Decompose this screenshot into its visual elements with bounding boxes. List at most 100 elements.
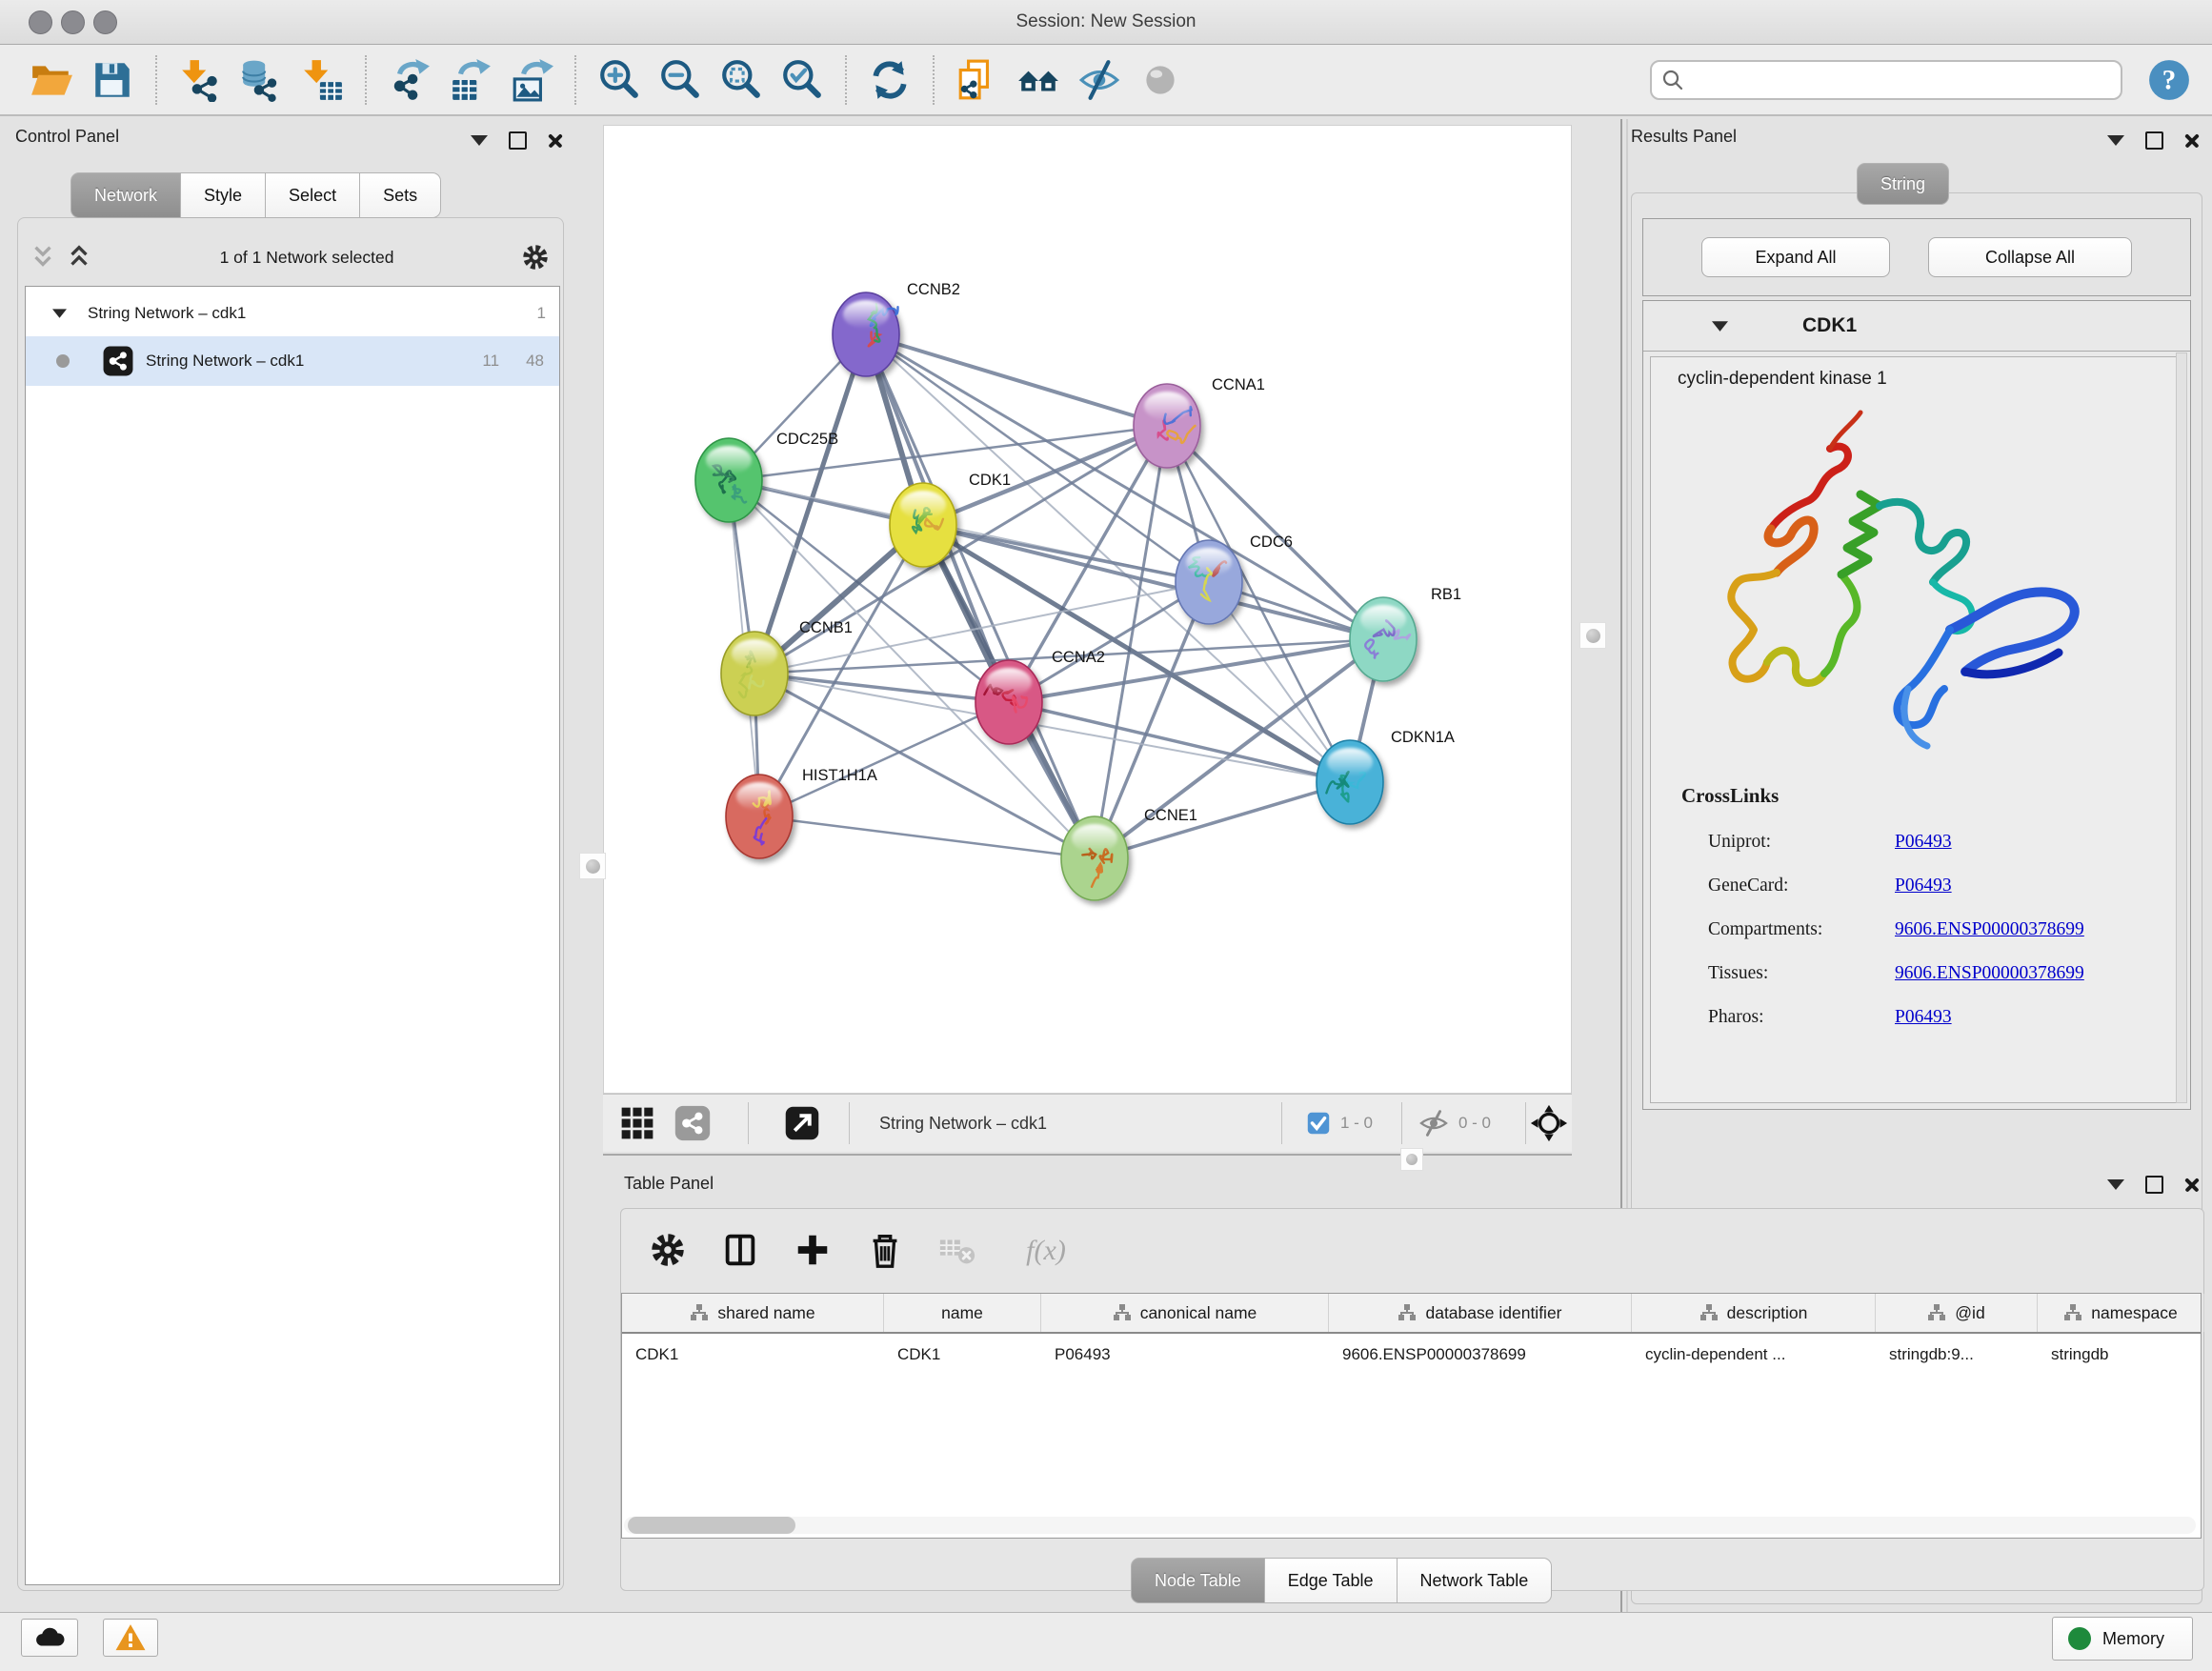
tab-style[interactable]: Style	[181, 172, 266, 218]
grid-view-icon[interactable]	[618, 1104, 656, 1142]
expand-all-icon[interactable]	[65, 243, 93, 272]
results-scrollbar[interactable]	[2176, 352, 2187, 1103]
column-header-description[interactable]: description	[1632, 1294, 1876, 1332]
close-panel-icon[interactable]	[2184, 133, 2200, 149]
birds-eye-toggle-icon[interactable]	[1529, 1103, 1569, 1143]
network-node-CDKN1A[interactable]: CDKN1A	[1317, 729, 1455, 824]
selected-checkbox-icon[interactable]	[1306, 1111, 1331, 1136]
tab-edge-table[interactable]: Edge Table	[1265, 1558, 1398, 1603]
apply-layout-button[interactable]	[867, 57, 913, 103]
collapse-all-icon[interactable]	[29, 243, 57, 272]
open-file-button[interactable]	[29, 57, 74, 103]
table-cell[interactable]: P06493	[1041, 1334, 1329, 1376]
zoom-selected-button[interactable]	[779, 57, 825, 103]
network-node-CCNA1[interactable]: CCNA1	[1134, 376, 1265, 468]
crosslink-value-link[interactable]: 9606.ENSP00000378699	[1895, 963, 2084, 984]
export-network-button[interactable]	[387, 57, 432, 103]
tab-string[interactable]: String	[1857, 163, 1949, 205]
collapse-panel-icon[interactable]	[2107, 135, 2124, 146]
network-canvas[interactable]: CCNB2CCNA1CDC25BCDK1CDC6RB1CCNB1CCNA2CDK…	[603, 125, 1572, 1094]
close-panel-icon[interactable]	[2184, 1178, 2200, 1193]
hidden-eye-slash-icon[interactable]	[1418, 1108, 1449, 1138]
expand-all-button[interactable]: Expand All	[1701, 237, 1890, 277]
network-edge[interactable]	[866, 334, 1095, 858]
column-header-namespace[interactable]: namespace	[2038, 1294, 2204, 1332]
table-row[interactable]: CDK1CDK1P064939606.ENSP00000378699cyclin…	[622, 1334, 2201, 1376]
right-splitter-handle[interactable]	[1579, 622, 1606, 649]
network-edge[interactable]	[754, 674, 1009, 702]
network-tree-row-selected[interactable]: String Network – cdk1 11 48	[26, 336, 559, 386]
string-style-icon[interactable]	[674, 1104, 712, 1142]
bottom-splitter-handle[interactable]	[1400, 1148, 1423, 1171]
network-tree-root-row[interactable]: String Network – cdk1 1	[26, 291, 559, 336]
import-network-from-database-button[interactable]	[238, 57, 284, 103]
show-columns-button[interactable]	[718, 1229, 762, 1273]
column-header-shared-name[interactable]: shared name	[622, 1294, 884, 1332]
delete-table-button[interactable]	[935, 1229, 979, 1273]
crosslink-value-link[interactable]: P06493	[1895, 1007, 1952, 1028]
hide-selected-button[interactable]	[1076, 57, 1122, 103]
close-panel-icon[interactable]	[548, 133, 563, 149]
tab-select[interactable]: Select	[266, 172, 360, 218]
save-session-button[interactable]	[90, 57, 135, 103]
tab-node-table[interactable]: Node Table	[1131, 1558, 1265, 1603]
help-button[interactable]	[2147, 58, 2191, 102]
import-network-from-file-button[interactable]	[177, 57, 223, 103]
export-image-button[interactable]	[509, 57, 554, 103]
create-column-button[interactable]	[791, 1229, 835, 1273]
network-edge[interactable]	[1009, 702, 1350, 782]
crosslink-value-link[interactable]: 9606.ENSP00000378699	[1895, 919, 2084, 940]
section-expander-icon[interactable]	[1712, 321, 1728, 332]
column-header-@id[interactable]: @id	[1876, 1294, 2038, 1332]
collapse-panel-icon[interactable]	[2107, 1179, 2124, 1190]
zoom-fit-button[interactable]	[718, 57, 764, 103]
network-edge[interactable]	[759, 702, 1009, 816]
table-cell[interactable]: CDK1	[884, 1334, 1041, 1376]
crosslink-value-link[interactable]: P06493	[1895, 832, 1952, 853]
warnings-button[interactable]	[103, 1619, 158, 1657]
float-panel-icon[interactable]	[2145, 1176, 2163, 1194]
horizontal-splitter[interactable]	[603, 1154, 1572, 1156]
network-node-CCNB1[interactable]: CCNB1	[721, 619, 853, 715]
network-node-CCNA2[interactable]: CCNA2	[975, 649, 1105, 744]
function-builder-button[interactable]: f(x)	[1008, 1229, 1084, 1273]
memory-button[interactable]: Memory	[2052, 1617, 2193, 1661]
cdk1-section-header[interactable]: CDK1	[1643, 301, 2190, 352]
delete-columns-button[interactable]	[863, 1229, 907, 1273]
cloud-status-button[interactable]	[21, 1619, 78, 1657]
tree-expander-icon[interactable]	[52, 309, 67, 318]
collapse-all-button[interactable]: Collapse All	[1928, 237, 2132, 277]
float-panel-icon[interactable]	[2145, 131, 2163, 150]
float-panel-icon[interactable]	[509, 131, 527, 150]
left-splitter-handle[interactable]	[579, 853, 606, 879]
export-table-button[interactable]	[448, 57, 493, 103]
network-edge[interactable]	[759, 816, 1095, 858]
collapse-panel-icon[interactable]	[471, 135, 488, 146]
show-all-button[interactable]	[1137, 57, 1183, 103]
open-in-browser-icon[interactable]	[784, 1105, 820, 1141]
network-node-HIST1H1A[interactable]: HIST1H1A	[726, 767, 877, 858]
network-node-CCNE1[interactable]: CCNE1	[1061, 807, 1197, 900]
horizontal-scrollbar-thumb[interactable]	[628, 1517, 795, 1534]
table-cell[interactable]: cyclin-dependent ...	[1632, 1334, 1876, 1376]
import-table-from-file-button[interactable]	[299, 57, 345, 103]
tab-sets[interactable]: Sets	[360, 172, 441, 218]
column-header-canonical-name[interactable]: canonical name	[1041, 1294, 1329, 1332]
network-edge[interactable]	[866, 334, 1383, 639]
table-cell[interactable]: 9606.ENSP00000378699	[1329, 1334, 1632, 1376]
tab-network-table[interactable]: Network Table	[1398, 1558, 1553, 1603]
horizontal-scrollbar-track[interactable]	[624, 1517, 2196, 1534]
table-cell[interactable]: stringdb	[2038, 1334, 2204, 1376]
column-header-database-identifier[interactable]: database identifier	[1329, 1294, 1632, 1332]
zoom-out-button[interactable]	[657, 57, 703, 103]
network-node-RB1[interactable]: RB1	[1350, 586, 1461, 681]
network-options-gear-icon[interactable]	[520, 242, 551, 272]
zoom-in-button[interactable]	[596, 57, 642, 103]
crosslink-value-link[interactable]: P06493	[1895, 876, 1952, 896]
column-header-name[interactable]: name	[884, 1294, 1041, 1332]
tab-network[interactable]: Network	[70, 172, 181, 218]
clone-network-button[interactable]	[955, 57, 1000, 103]
first-neighbors-button[interactable]	[1016, 57, 1061, 103]
table-options-button[interactable]	[646, 1229, 690, 1273]
network-edge[interactable]	[866, 334, 1167, 426]
